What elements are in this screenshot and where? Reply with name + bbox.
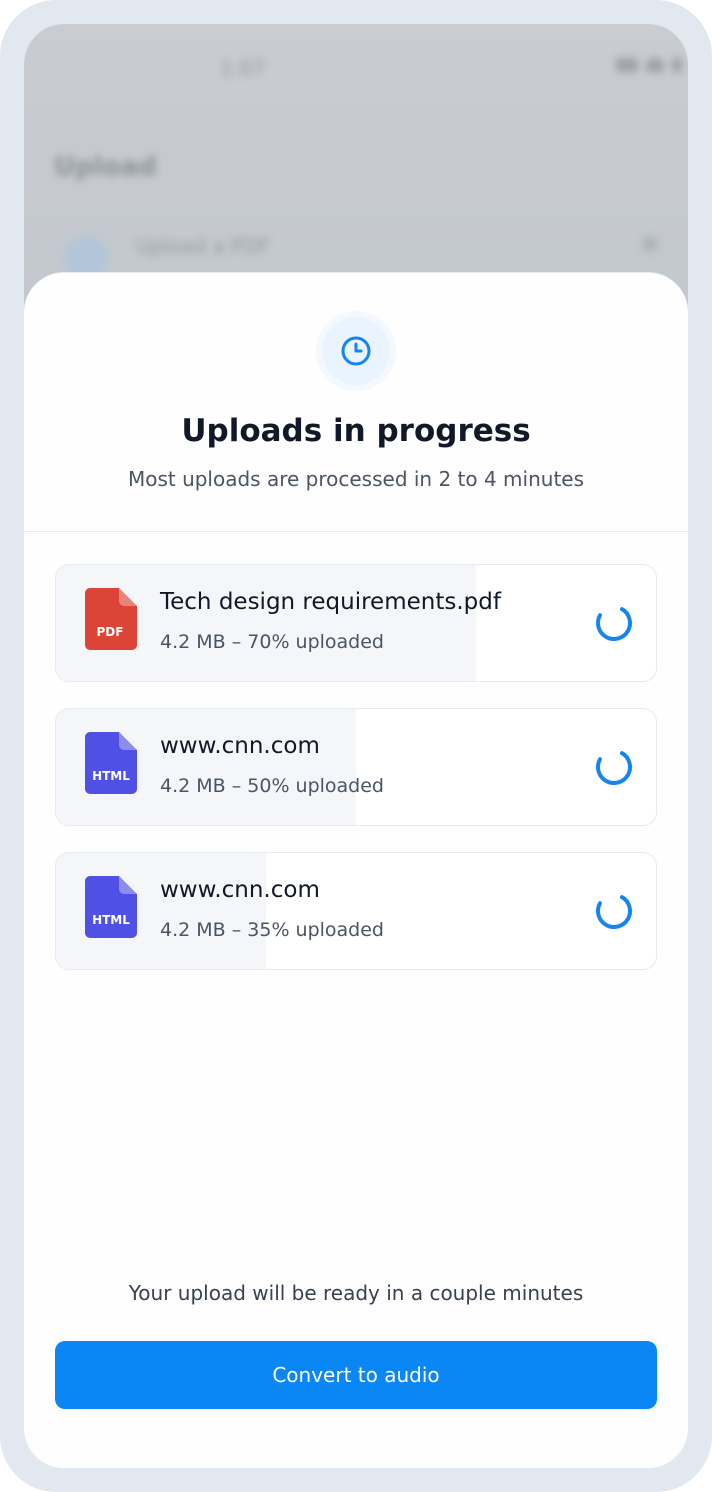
- device-frame: 1:07 Upload Upload a PDF Uploads in prog…: [0, 0, 712, 1492]
- html-file-icon: HTML: [85, 876, 137, 938]
- upload-item[interactable]: PDF Tech design requirements.pdf 4.2 MB …: [55, 564, 657, 682]
- background-title: Upload: [54, 152, 157, 182]
- pdf-file-icon: PDF: [85, 588, 137, 650]
- loading-spinner-icon: [596, 605, 632, 641]
- ready-message: Your upload will be ready in a couple mi…: [128, 1281, 584, 1305]
- upload-item[interactable]: HTML www.cnn.com 4.2 MB – 35% uploaded: [55, 852, 657, 970]
- file-type-label: HTML: [92, 769, 130, 783]
- background-row-label: Upload a PDF: [136, 234, 271, 258]
- status-icons: [616, 58, 682, 72]
- divider: [24, 531, 688, 532]
- chevron-right-icon: [642, 236, 658, 252]
- clock-icon-badge: [322, 317, 390, 385]
- upload-list: PDF Tech design requirements.pdf 4.2 MB …: [55, 564, 657, 996]
- phone-screen: 1:07 Upload Upload a PDF Uploads in prog…: [24, 24, 688, 1468]
- file-type-label: PDF: [97, 625, 124, 639]
- upload-item[interactable]: HTML www.cnn.com 4.2 MB – 50% uploaded: [55, 708, 657, 826]
- sheet-subtitle: Most uploads are processed in 2 to 4 min…: [127, 467, 585, 491]
- status-time: 1:07: [220, 56, 265, 80]
- file-name: www.cnn.com: [160, 733, 320, 759]
- file-name: www.cnn.com: [160, 877, 320, 903]
- loading-spinner-icon: [596, 893, 632, 929]
- convert-to-audio-button[interactable]: Convert to audio: [55, 1341, 657, 1409]
- battery-icon: [672, 58, 682, 72]
- loading-spinner-icon: [596, 749, 632, 785]
- file-meta: 4.2 MB – 70% uploaded: [160, 631, 384, 653]
- file-meta: 4.2 MB – 35% uploaded: [160, 919, 384, 941]
- file-type-label: HTML: [92, 913, 130, 927]
- html-file-icon: HTML: [85, 732, 137, 794]
- wifi-icon: [646, 58, 664, 72]
- sheet-title: Uploads in progress: [181, 413, 531, 449]
- uploads-sheet: Uploads in progress Most uploads are pro…: [24, 272, 688, 1468]
- clock-icon: [341, 336, 371, 366]
- signal-icon: [616, 58, 638, 72]
- file-meta: 4.2 MB – 50% uploaded: [160, 775, 384, 797]
- file-name: Tech design requirements.pdf: [160, 589, 501, 615]
